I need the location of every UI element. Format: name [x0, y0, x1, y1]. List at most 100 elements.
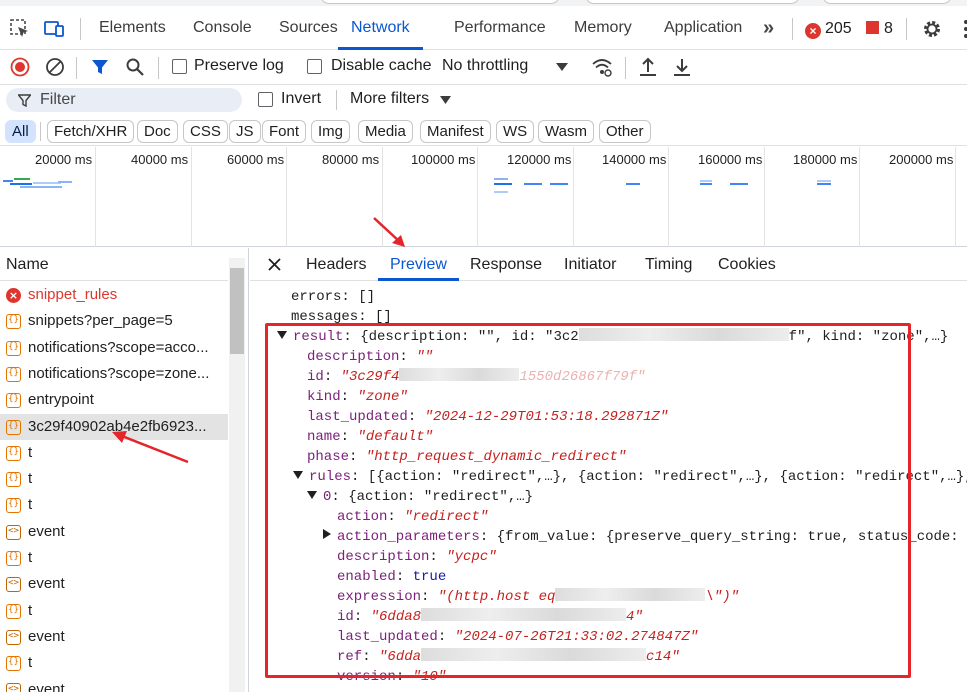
separator: [80, 18, 81, 40]
type-filter-ws[interactable]: WS: [496, 120, 535, 143]
name-column-header[interactable]: Name: [0, 248, 228, 281]
issue-count: 8: [884, 20, 893, 37]
request-row[interactable]: {} notifications?scope=zone...: [0, 361, 228, 387]
type-filter-other[interactable]: Other: [599, 120, 651, 143]
type-filter-media[interactable]: Media: [358, 120, 413, 143]
request-list-panel: Name × snippet_rules {} snippets?per_page=5…: [0, 248, 249, 692]
timeline-gridline: [573, 147, 574, 247]
request-row[interactable]: <> event: [0, 624, 228, 650]
request-row[interactable]: {} notifications?scope=acco...: [0, 335, 228, 361]
detail-tab-headers[interactable]: Headers: [306, 248, 366, 281]
json-line-errors: errors: []: [291, 289, 376, 305]
devtools-tabbar: Elements Console Sources Network Perform…: [0, 6, 967, 50]
preserve-log-checkbox[interactable]: [172, 59, 187, 74]
type-filter-img[interactable]: Img: [311, 120, 351, 143]
network-toolbar: Preserve log Disable cache No throttling: [0, 50, 967, 85]
separator: [76, 57, 77, 79]
network-conditions-icon[interactable]: [591, 57, 613, 77]
timeline-request-bar: [3, 180, 13, 182]
request-row[interactable]: {} t: [0, 466, 228, 492]
annotation-highlight-box: [265, 323, 911, 678]
invert-checkbox[interactable]: [258, 92, 273, 107]
settings-gear-icon[interactable]: [921, 18, 943, 40]
request-name: t: [28, 549, 33, 566]
type-filter-wasm[interactable]: Wasm: [538, 120, 594, 143]
request-name: t: [28, 601, 33, 619]
issues-counter[interactable]: 8: [866, 19, 893, 39]
throttling-select[interactable]: No throttling: [442, 57, 528, 75]
chevron-down-icon[interactable]: [440, 96, 451, 104]
timeline-gridline: [286, 147, 287, 247]
more-options-icon[interactable]: [955, 18, 967, 40]
timeline-tick: 140000 ms: [602, 152, 667, 167]
filter-row: Filter Invert More filters: [0, 85, 967, 115]
annotation-arrow-icon: [373, 217, 405, 247]
record-stop-icon[interactable]: [10, 57, 30, 77]
request-row[interactable]: {} entrypoint: [0, 387, 228, 413]
tab-application[interactable]: Application: [664, 6, 742, 50]
detail-tab-cookies[interactable]: Cookies: [718, 248, 776, 281]
export-har-icon[interactable]: [672, 56, 692, 78]
detail-tab-timing[interactable]: Timing: [645, 248, 692, 281]
request-row[interactable]: <> event: [0, 519, 228, 545]
request-row[interactable]: <> event: [0, 677, 228, 692]
error-counter[interactable]: × 205: [805, 19, 852, 39]
more-filters-dropdown[interactable]: More filters: [350, 90, 429, 108]
separator: [625, 57, 626, 79]
clear-icon[interactable]: [45, 57, 65, 77]
request-row[interactable]: {} t: [0, 492, 228, 518]
request-row[interactable]: <> event: [0, 571, 228, 597]
disable-cache-checkbox[interactable]: [307, 59, 322, 74]
separator: [158, 57, 159, 79]
error-count: 205: [825, 20, 852, 37]
tab-console[interactable]: Console: [193, 6, 252, 50]
xhr-icon: {}: [6, 445, 21, 461]
type-filter-all[interactable]: All: [5, 120, 36, 143]
scrollbar-thumb[interactable]: [230, 268, 244, 354]
xhr-icon: {}: [6, 603, 21, 619]
request-row[interactable]: × snippet_rules: [0, 282, 228, 308]
type-filter-js[interactable]: JS: [229, 120, 261, 143]
type-filter-fetch-xhr[interactable]: Fetch/XHR: [47, 120, 135, 143]
detail-tab-preview[interactable]: Preview: [378, 248, 459, 281]
timeline-request-bar: [550, 183, 568, 185]
tab-performance[interactable]: Performance: [454, 6, 546, 50]
type-filter-css[interactable]: CSS: [183, 120, 228, 143]
detail-tab-response[interactable]: Response: [470, 248, 542, 281]
chevron-down-icon[interactable]: [556, 63, 568, 71]
timeline-tick: 120000 ms: [507, 152, 572, 167]
type-filter-manifest[interactable]: Manifest: [420, 120, 491, 143]
filter-input[interactable]: Filter: [6, 88, 242, 112]
timeline-gridline: [477, 147, 478, 247]
type-filter-doc[interactable]: Doc: [137, 120, 178, 143]
request-row[interactable]: {} snippets?per_page=5: [0, 308, 228, 334]
invert-label: Invert: [281, 90, 322, 107]
filter-funnel-icon[interactable]: [91, 58, 109, 76]
request-row[interactable]: {} t: [0, 545, 228, 571]
search-icon[interactable]: [125, 57, 145, 77]
timeline-request-bar: [494, 178, 508, 180]
request-row[interactable]: {} t: [0, 598, 228, 624]
request-row[interactable]: {} t: [0, 650, 228, 676]
close-icon[interactable]: [268, 258, 281, 271]
network-overview-timeline[interactable]: 20000 ms 40000 ms 60000 ms 80000 ms 1000…: [0, 147, 967, 247]
timeline-request-bar: [14, 178, 30, 180]
detail-tab-initiator[interactable]: Initiator: [564, 248, 616, 281]
request-list-scrollbar[interactable]: [229, 258, 245, 692]
timeline-request-bar: [730, 183, 748, 185]
xhr-icon: {}: [6, 340, 21, 356]
type-filter-font[interactable]: Font: [262, 120, 307, 143]
more-tabs-icon[interactable]: »: [763, 6, 774, 50]
request-name: t: [28, 654, 33, 672]
inspect-element-icon[interactable]: [9, 18, 31, 40]
timeline-gridline: [191, 147, 192, 247]
import-har-icon[interactable]: [638, 56, 658, 78]
error-icon: ×: [6, 288, 21, 303]
tab-sources[interactable]: Sources: [279, 6, 338, 50]
tab-memory[interactable]: Memory: [574, 6, 632, 50]
tab-elements[interactable]: Elements: [99, 6, 166, 50]
separator: [40, 122, 41, 141]
device-toolbar-icon[interactable]: [43, 18, 65, 40]
tab-network[interactable]: Network: [338, 6, 423, 50]
request-name: snippets?per_page=5: [28, 312, 173, 330]
